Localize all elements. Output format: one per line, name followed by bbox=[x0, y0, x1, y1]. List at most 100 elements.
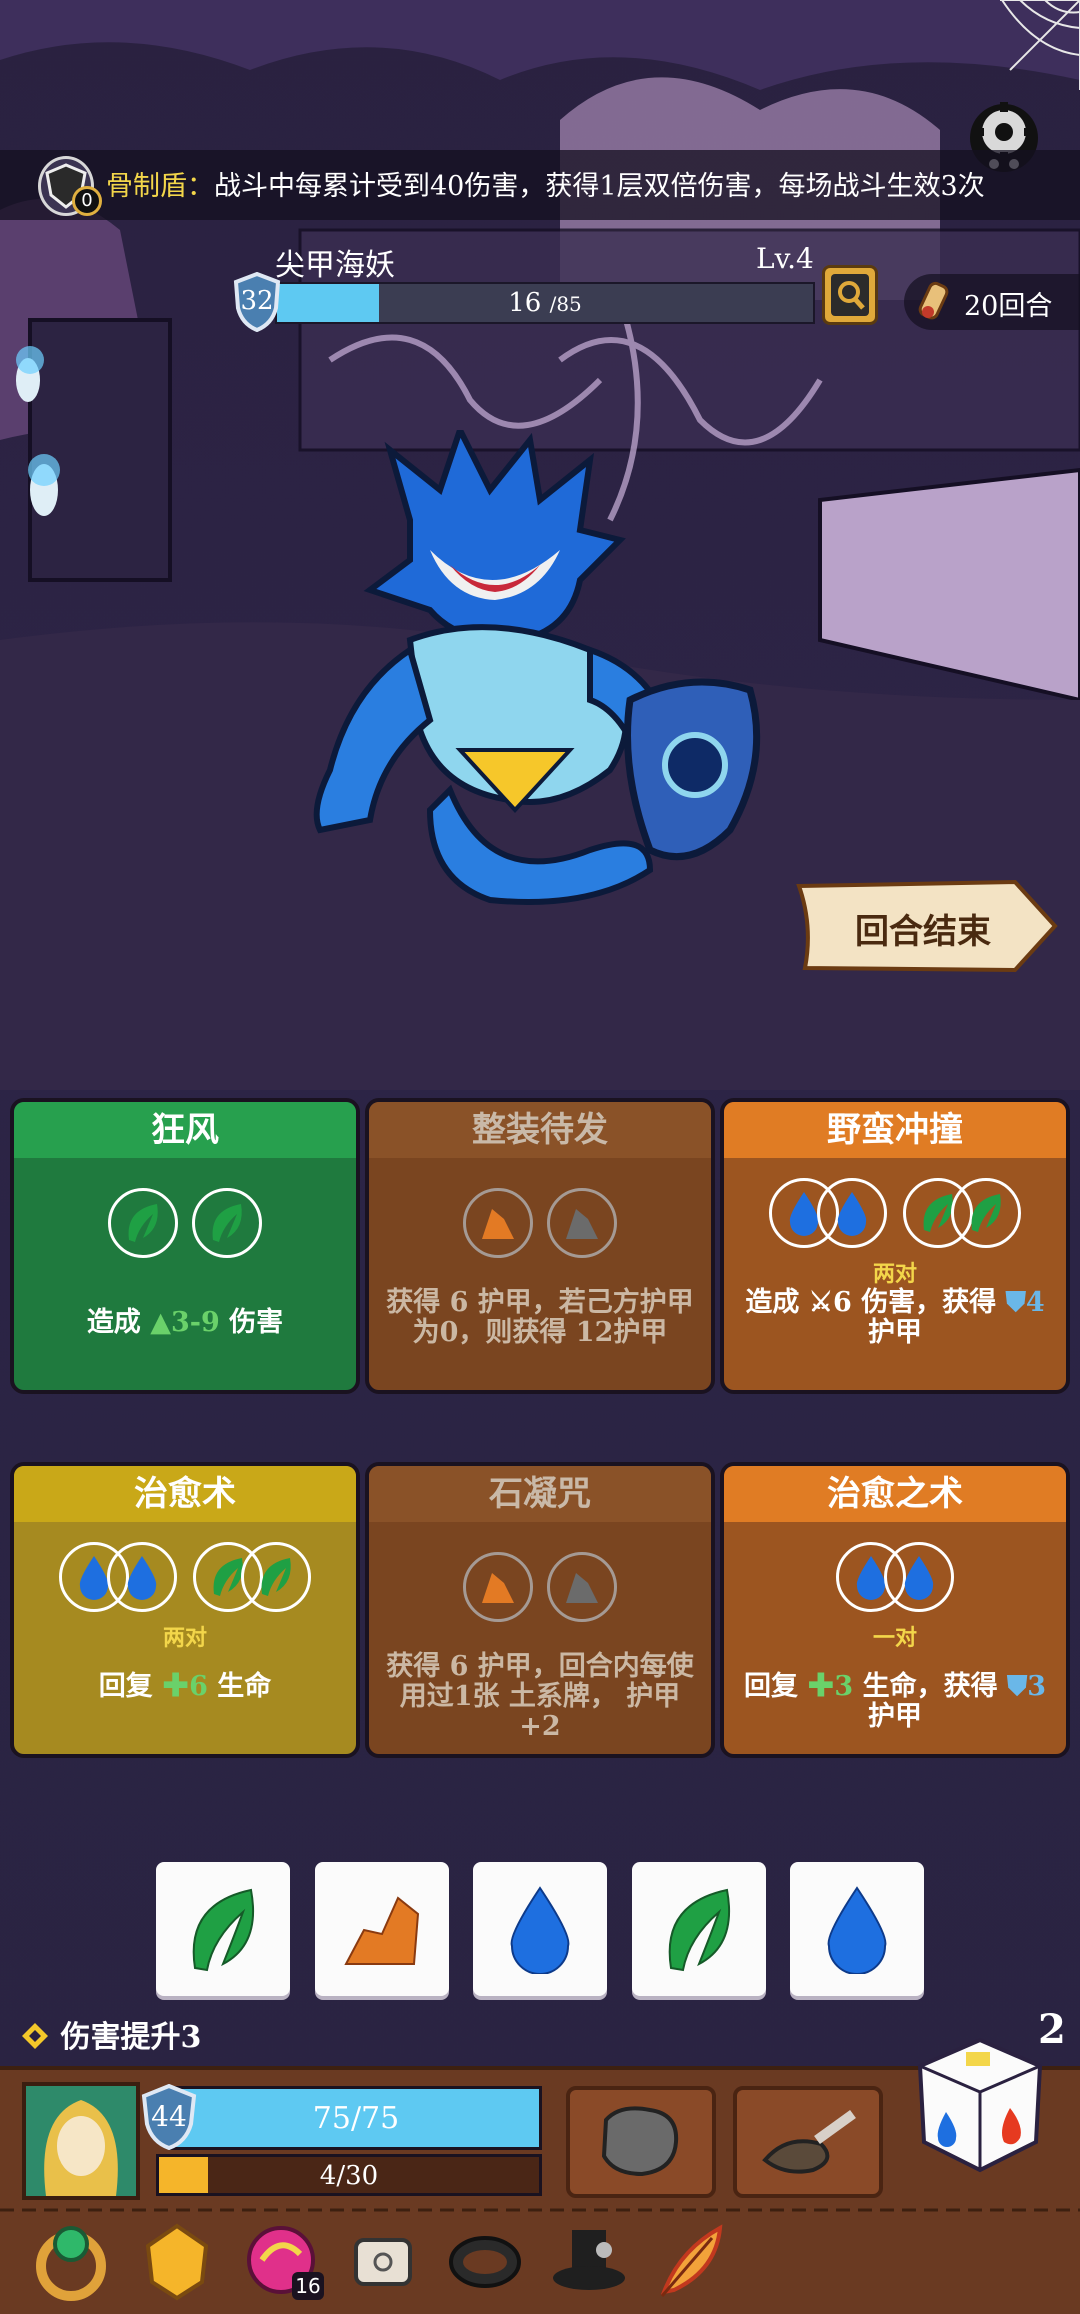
shovel-icon bbox=[762, 2109, 856, 2174]
rock-icon bbox=[482, 1209, 514, 1239]
dice-water[interactable] bbox=[473, 1862, 607, 1996]
reroll-dice-button[interactable] bbox=[910, 2030, 1050, 2180]
rock-icon bbox=[344, 1896, 420, 1965]
enemy-level: Lv.4 bbox=[756, 242, 814, 275]
buff-text: 伤害提升3 bbox=[60, 2020, 202, 2055]
leaf-icon bbox=[128, 1204, 158, 1242]
pair-requirement: 一对 bbox=[872, 1625, 917, 1651]
leaf-pair-slot[interactable] bbox=[903, 1178, 1021, 1248]
card-description: 获得 6 护甲，回合内每使用过1张 土系牌， 护甲+2 bbox=[386, 1651, 694, 1742]
card-description: 造成 ▲3-9 伤害 bbox=[86, 1307, 284, 1338]
gauntlet-skill-slot[interactable] bbox=[566, 2086, 716, 2198]
card-title: 石凝咒 bbox=[369, 1466, 711, 1522]
end-turn-label: 回合结束 bbox=[855, 912, 991, 952]
enemy-hp-text: 16 /85 bbox=[508, 288, 582, 318]
rock-dice-slot[interactable] bbox=[547, 1188, 617, 1258]
gauntlet-icon bbox=[601, 2106, 679, 2177]
card-description: 回复 ✚6 生命 bbox=[98, 1671, 272, 1702]
gem-icon bbox=[145, 2223, 209, 2301]
player-hp-text: 75/75 bbox=[312, 2101, 400, 2136]
end-turn-button[interactable]: 回合结束 bbox=[795, 878, 1060, 974]
dice-water[interactable] bbox=[790, 1862, 924, 1996]
hero-portrait[interactable] bbox=[22, 2082, 140, 2200]
dice-rock[interactable] bbox=[315, 1862, 449, 1996]
water-pair-slot[interactable] bbox=[59, 1542, 177, 1612]
pair-requirement: 两对 bbox=[162, 1625, 207, 1651]
rock-icon bbox=[566, 1573, 598, 1603]
damage-buff-status: 伤害提升3 bbox=[20, 2012, 201, 2056]
rock-icon bbox=[566, 1209, 598, 1239]
relic-description: 骨制盾：战斗中每累计受到40伤害，获得1层双倍伤害，每场战斗生效3次 bbox=[106, 164, 985, 203]
rock-dice-slot[interactable] bbox=[547, 1552, 617, 1622]
dice-leaf[interactable] bbox=[156, 1862, 290, 1996]
scroll-relic[interactable] bbox=[342, 2220, 424, 2302]
leaf-dice-slot[interactable] bbox=[108, 1188, 178, 1258]
relic-effect-bar: 0 骨制盾：战斗中每累计受到40伤害，获得1层双倍伤害，每场战斗生效3次 bbox=[0, 150, 1080, 220]
leather-belt-relic[interactable] bbox=[444, 2220, 526, 2302]
card-title: 整装待发 bbox=[369, 1102, 711, 1158]
leaf-icon bbox=[668, 1888, 731, 1972]
feather-relic[interactable] bbox=[650, 2220, 732, 2302]
shovel-skill-slot[interactable] bbox=[733, 2086, 883, 2198]
card-description: 获得 6 护甲，若己方护甲为0，则获得 12护甲 bbox=[386, 1287, 694, 1348]
water-dice-slot bbox=[884, 1542, 954, 1612]
feather-icon bbox=[660, 2224, 723, 2297]
water-pair-slot[interactable] bbox=[836, 1542, 954, 1612]
skill-card-heal[interactable]: 治愈术 两对 回复 ✚6 生命 bbox=[10, 1462, 360, 1758]
amber-gem-relic[interactable] bbox=[136, 2220, 218, 2302]
relic-counter-badge: 0 bbox=[72, 186, 102, 216]
ring-icon bbox=[36, 2226, 106, 2301]
relic-stack-count: 16 bbox=[292, 2272, 324, 2300]
skill-card-gale[interactable]: 狂风 造成 ▲3-9 伤害 bbox=[10, 1098, 360, 1394]
hat-icon bbox=[553, 2230, 625, 2290]
skill-card-healing-art[interactable]: 治愈之术 一对 回复 ✚3 生命，获得 ⛊3 护甲 bbox=[720, 1462, 1070, 1758]
water-dice-slot bbox=[107, 1542, 177, 1612]
scroll-icon bbox=[354, 2238, 412, 2286]
player-xp-bar: 4/30 bbox=[156, 2154, 542, 2196]
player-hp-bar: 75/75 bbox=[170, 2086, 542, 2150]
leaf-icon bbox=[192, 1888, 255, 1972]
card-title: 治愈术 bbox=[14, 1466, 356, 1522]
leaf-icon bbox=[212, 1204, 242, 1242]
enemy-sea-monster[interactable] bbox=[290, 422, 790, 910]
round-counter: 20回合 bbox=[904, 274, 1080, 330]
water-drop-icon bbox=[904, 1556, 934, 1600]
skill-card-stone-curse[interactable]: 石凝咒 获得 6 护甲，回合内每使用过1张 土系牌， 护甲+2 bbox=[365, 1462, 715, 1758]
player-xp-text: 4/30 bbox=[319, 2161, 379, 2191]
scroll-icon bbox=[918, 281, 949, 320]
pink-orb-relic[interactable]: 16 bbox=[240, 2220, 324, 2302]
relic-effect-text: 战斗中每累计受到40伤害，获得1层双倍伤害，每场战斗生效3次 bbox=[214, 171, 985, 202]
round-counter-text: 20回合 bbox=[964, 291, 1053, 322]
enemy-armor-value: 32 bbox=[240, 286, 274, 316]
leaf-dice-slot bbox=[241, 1542, 311, 1612]
leaf-pair-slot[interactable] bbox=[193, 1542, 311, 1612]
water-drop-icon bbox=[510, 1886, 570, 1974]
water-pair-slot[interactable] bbox=[769, 1178, 887, 1248]
skill-card-ready[interactable]: 整装待发 获得 6 护甲，若己方护甲为0，则获得 12护甲 bbox=[365, 1098, 715, 1394]
diamond-buff-icon bbox=[22, 2023, 48, 2049]
leaf-dice-slot bbox=[951, 1178, 1021, 1248]
inspect-enemy-button[interactable] bbox=[822, 265, 878, 325]
water-drop-icon bbox=[827, 1886, 887, 1974]
enemy-armor-badge: 32 bbox=[232, 271, 282, 333]
card-description: 造成 ⚔6 伤害，获得 ⛊4 护甲 bbox=[745, 1287, 1045, 1348]
rock-icon bbox=[482, 1573, 514, 1603]
card-description: 回复 ✚3 生命，获得 ⛊3 护甲 bbox=[743, 1671, 1047, 1732]
enemy-hp-bar: 16 /85 bbox=[275, 282, 815, 324]
relic-name: 骨制盾： bbox=[106, 171, 214, 202]
water-dice-slot bbox=[817, 1178, 887, 1248]
rock-dice-slot[interactable] bbox=[463, 1552, 533, 1622]
dice-leaf[interactable] bbox=[632, 1862, 766, 1996]
pair-requirement: 两对 bbox=[872, 1261, 917, 1287]
top-hat-relic[interactable] bbox=[548, 2220, 630, 2302]
enemy-name: 尖甲海妖 bbox=[275, 248, 395, 283]
magnifier-icon bbox=[831, 274, 869, 316]
cobweb-decoration bbox=[990, 0, 1080, 100]
rock-dice-slot[interactable] bbox=[463, 1188, 533, 1258]
green-ring-relic[interactable] bbox=[30, 2220, 112, 2302]
water-drop-icon bbox=[837, 1192, 867, 1236]
leaf-dice-slot[interactable] bbox=[192, 1188, 262, 1258]
player-armor-badge: 44 bbox=[140, 2083, 198, 2151]
leaf-icon bbox=[971, 1194, 1001, 1232]
skill-card-savage-charge[interactable]: 野蛮冲撞 两对 造成 ⚔6 伤害，获得 ⛊4 护甲 bbox=[720, 1098, 1070, 1394]
